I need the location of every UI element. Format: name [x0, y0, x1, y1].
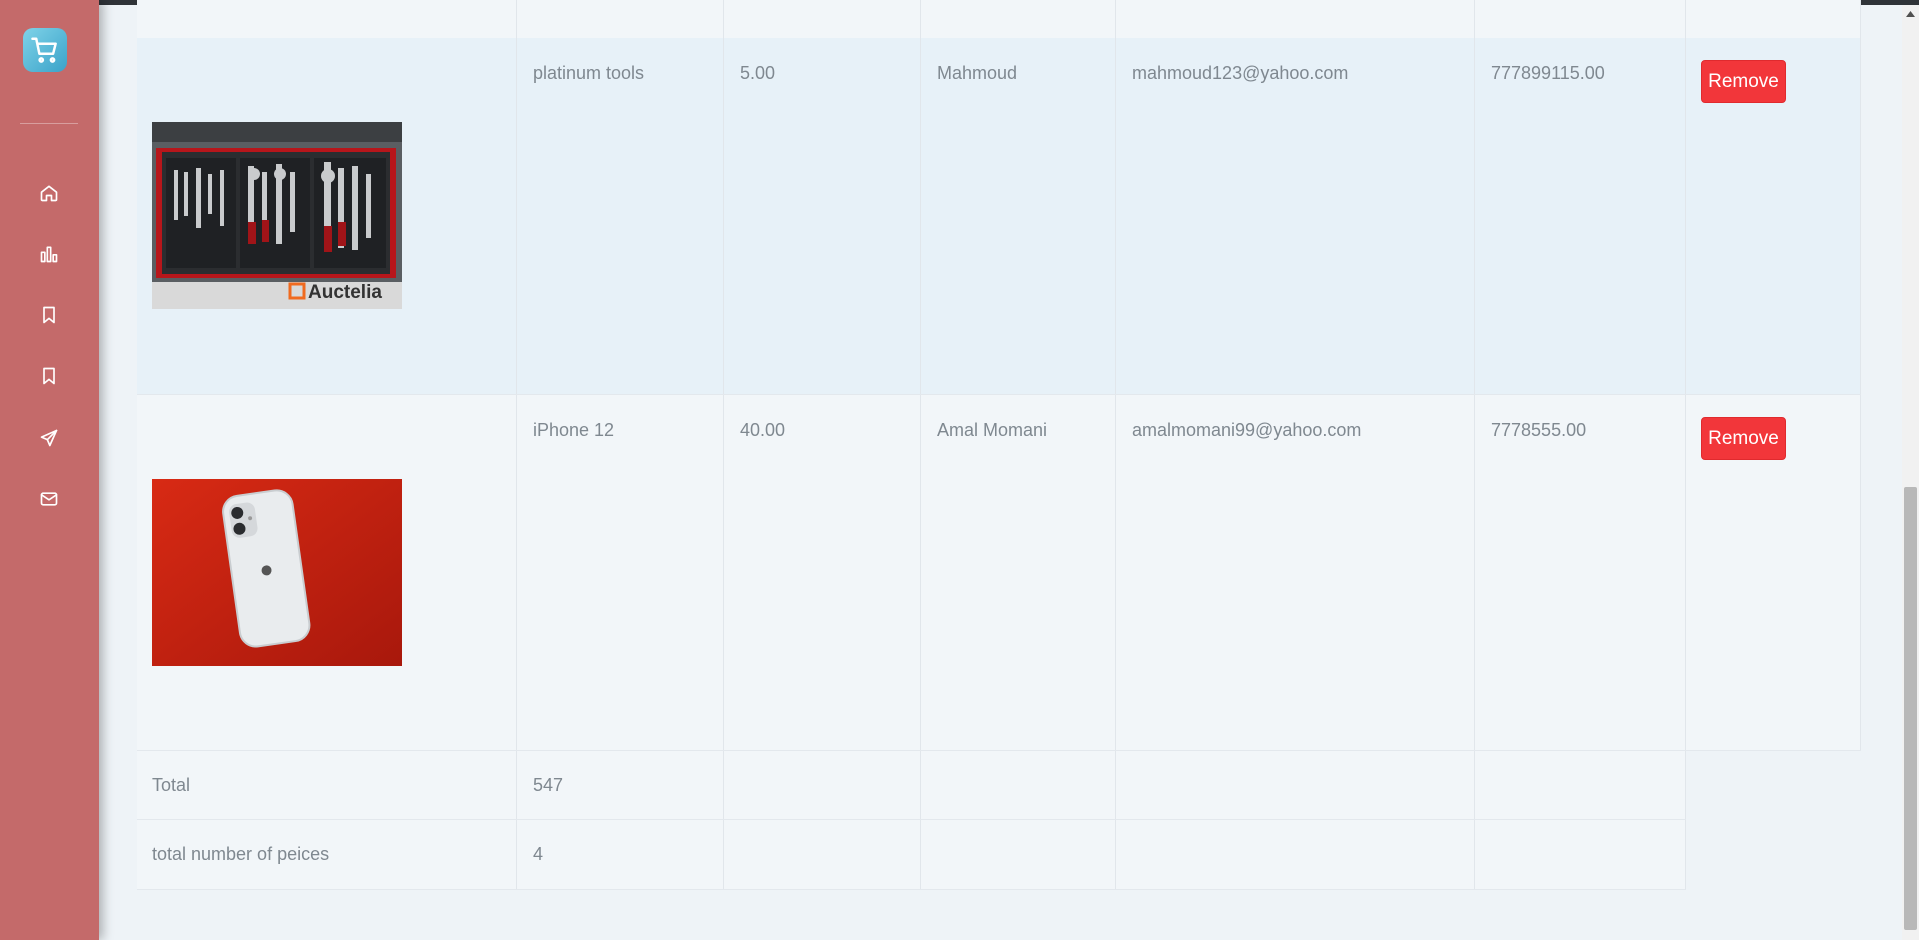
scrollbar-thumb[interactable] [1904, 487, 1917, 930]
orders-table: Auctelia platinum tools 5.00 Mahmoud mah… [137, 0, 1861, 940]
total-value: 547 [533, 775, 564, 795]
image-watermark: Auctelia [308, 282, 382, 303]
nav-home[interactable] [34, 178, 64, 208]
sidebar [0, 0, 99, 940]
logo[interactable] [23, 28, 67, 72]
customer-phone: 777899115.00 [1491, 63, 1605, 83]
nav-charts[interactable] [34, 239, 64, 269]
table-row [137, 0, 1861, 39]
customer-email: amalmomani99@yahoo.com [1132, 420, 1362, 440]
count-row: total number of peices 4 [137, 820, 1686, 890]
nav-send[interactable] [34, 423, 64, 453]
customer-name: Mahmoud [937, 63, 1018, 83]
customer-email: mahmoud123@yahoo.com [1132, 63, 1349, 83]
customer-name: Amal Momani [937, 420, 1048, 440]
mail-icon [40, 492, 58, 506]
table-row: Auctelia platinum tools 5.00 Mahmoud mah… [137, 38, 1861, 395]
nav-mail[interactable] [34, 484, 64, 514]
bar-chart-icon [40, 246, 58, 263]
product-image-tools: Auctelia [152, 122, 402, 309]
bookmark-icon [43, 367, 55, 385]
home-icon [40, 185, 58, 202]
table-row: iPhone 12 40.00 Amal Momani amalmomani99… [137, 395, 1861, 751]
shopping-cart-icon [31, 37, 57, 63]
count-label: total number of peices [152, 844, 330, 864]
remove-button[interactable]: Remove [1701, 60, 1786, 103]
remove-button[interactable]: Remove [1701, 417, 1786, 460]
product-name: platinum tools [533, 63, 645, 83]
product-name: iPhone 12 [533, 420, 615, 440]
count-value: 4 [533, 844, 544, 864]
nav-bookmarks-2[interactable] [34, 361, 64, 391]
send-icon [40, 429, 58, 447]
nav-bookmarks-1[interactable] [34, 300, 64, 330]
product-price: 40.00 [740, 420, 786, 440]
customer-phone: 7778555.00 [1491, 420, 1587, 440]
product-image-iphone [152, 479, 402, 666]
bookmark-icon [43, 306, 55, 324]
sidebar-divider [20, 123, 78, 124]
vertical-scrollbar[interactable] [1902, 5, 1919, 940]
product-price: 5.00 [740, 63, 776, 83]
scroll-up-button[interactable] [1902, 5, 1919, 22]
chevron-up-icon [1906, 10, 1915, 17]
total-label: Total [152, 775, 191, 795]
total-row: Total 547 [137, 751, 1686, 820]
